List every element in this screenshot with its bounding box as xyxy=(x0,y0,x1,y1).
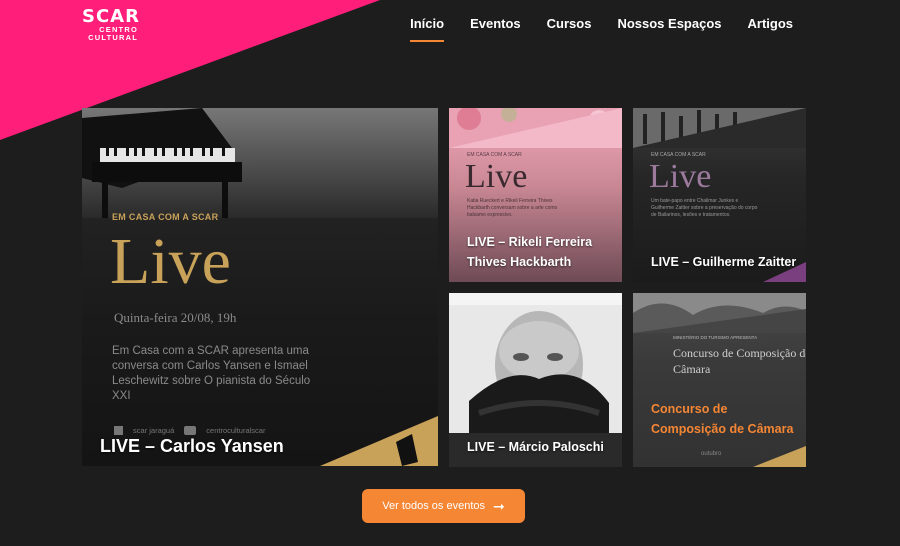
event-title[interactable]: LIVE – Márcio Paloschi xyxy=(467,437,617,457)
event-title[interactable]: LIVE – Carlos Yansen xyxy=(100,436,284,457)
gold-corner-accent xyxy=(320,416,438,466)
scar-logo[interactable]: SCAR CENTRO CULTURAL xyxy=(82,8,152,46)
floral-image xyxy=(449,108,622,148)
event-card[interactable]: EM CASA COM A SCAR Live Um bate-papo ent… xyxy=(633,108,806,282)
nav-item-eventos[interactable]: Eventos xyxy=(457,16,534,42)
see-all-events-label: Ver todos os eventos xyxy=(382,500,485,512)
event-card[interactable]: EM CASA COM A SCAR Live Katia Rueckert e… xyxy=(449,108,622,282)
featured-event-card[interactable]: EM CASA COM A SCAR Live Quinta-feira 20/… xyxy=(82,108,438,466)
event-title[interactable]: LIVE – Rikeli Ferreira Thives Hackbarth xyxy=(467,232,617,272)
event-card[interactable]: LIVE – Márcio Paloschi xyxy=(449,293,622,467)
main-nav: Início Eventos Cursos Nossos Espaços Art… xyxy=(397,16,806,42)
event-title[interactable]: Concurso de Composição de Câmara xyxy=(651,399,801,439)
arrow-right-icon: ➞ xyxy=(493,497,505,514)
gold-corner-accent xyxy=(753,446,806,467)
nav-item-artigos[interactable]: Artigos xyxy=(735,16,807,42)
event-title[interactable]: LIVE – Guilherme Zaitter xyxy=(651,252,801,272)
see-all-events-button[interactable]: Ver todos os eventos ➞ xyxy=(362,489,525,523)
event-card[interactable]: MINISTÉRIO DO TURISMO APRESENTA Concurso… xyxy=(633,293,806,467)
logo-sub-text-2: CULTURAL xyxy=(88,33,138,42)
poster-description: Katia Rueckert e Rikeli Ferreira Thives … xyxy=(467,198,558,218)
nav-item-cursos[interactable]: Cursos xyxy=(534,16,605,42)
nav-item-inicio[interactable]: Início xyxy=(397,16,457,42)
logo-main-text: SCAR xyxy=(82,6,140,27)
nav-item-nossos-espacos[interactable]: Nossos Espaços xyxy=(604,16,734,42)
poster-live-heading: Live xyxy=(465,158,528,195)
